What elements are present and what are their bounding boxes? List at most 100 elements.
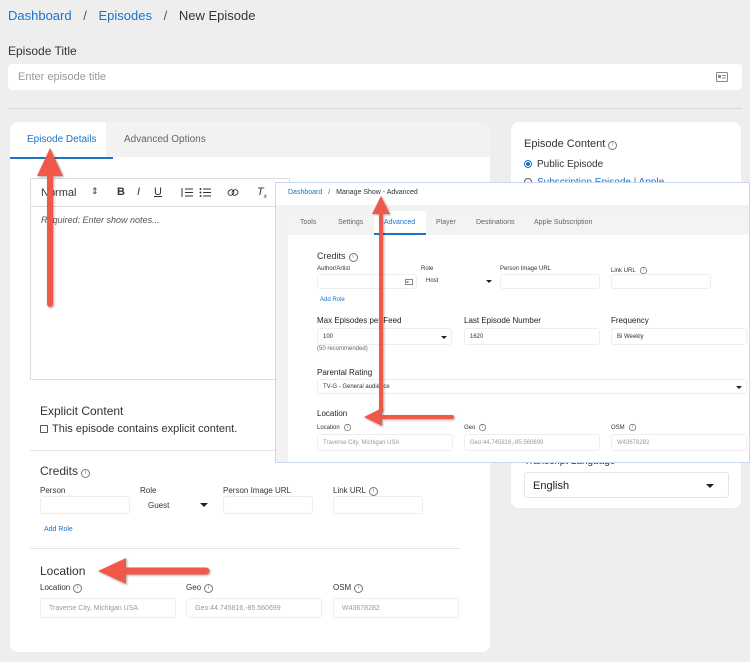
- location-value: Traverse City, Michigan USA: [49, 605, 139, 612]
- overlay-geo-input[interactable]: Geo:44.745816,-85.560699: [464, 434, 600, 451]
- info-icon: i: [348, 253, 358, 262]
- breadcrumb-separator: /: [328, 189, 331, 196]
- info-icon: i: [608, 141, 618, 150]
- credits-title: Credits: [40, 464, 79, 478]
- overlay-tab-apple-subscription[interactable]: Apple Subscription: [534, 219, 592, 226]
- underline-button[interactable]: U: [154, 186, 162, 198]
- bullet-list-icon[interactable]: [199, 187, 211, 198]
- geo-label: Geo i: [186, 583, 214, 593]
- overlay-add-role-button[interactable]: Add Role: [320, 297, 345, 303]
- overlay-tab-advanced[interactable]: Advanced: [384, 219, 415, 226]
- transcript-language-value: English: [533, 480, 570, 492]
- info-icon: i: [479, 423, 487, 432]
- breadcrumb-episodes[interactable]: Episodes: [98, 8, 151, 23]
- info-icon: i: [354, 584, 364, 593]
- max-episodes-hint: (50 recommended): [317, 346, 368, 352]
- overlay-location-label: Location i: [317, 423, 352, 432]
- episode-content-heading: Episode Content i: [524, 138, 618, 150]
- overlay-breadcrumb-dashboard[interactable]: Dashboard: [288, 189, 322, 196]
- parental-rating-select[interactable]: TV-G - General audience: [317, 379, 747, 394]
- overlay-person-image-url-label: Person Image URL: [500, 266, 552, 272]
- role-value: Guest: [148, 501, 170, 510]
- overlay-osm-input[interactable]: W43678282: [611, 434, 747, 451]
- overlay-osm-label: OSM i: [611, 423, 637, 432]
- format-chevron-icon: ⇕: [91, 186, 99, 196]
- overlay-location-value: Traverse City, Michigan USA: [323, 440, 400, 446]
- explicit-checkbox[interactable]: [40, 425, 48, 433]
- osm-input[interactable]: W43678282: [333, 598, 459, 618]
- overlay-author-input[interactable]: [317, 274, 417, 289]
- bold-button[interactable]: B: [117, 186, 125, 198]
- breadcrumb-dashboard[interactable]: Dashboard: [8, 8, 72, 23]
- explicit-content-heading: Explicit Content: [40, 404, 124, 418]
- overlay-tab-destinations[interactable]: Destinations: [476, 219, 515, 226]
- overlay-tab-settings[interactable]: Settings: [338, 219, 363, 226]
- overlay-location-heading: Location: [317, 409, 348, 418]
- last-episode-label: Last Episode Number: [464, 316, 541, 325]
- location-label: Location i: [40, 583, 83, 593]
- episode-content-title: Episode Content: [524, 138, 606, 150]
- overlay-geo-value: Geo:44.745816,-85.560699: [470, 440, 544, 446]
- role-select[interactable]: Guest: [140, 496, 214, 514]
- frequency-input[interactable]: Bi Weekly: [611, 328, 747, 345]
- link-url-label: Link URL i: [333, 486, 378, 496]
- location-input[interactable]: Traverse City, Michigan USA: [40, 598, 176, 618]
- info-icon: i: [73, 584, 83, 593]
- link-icon[interactable]: [227, 187, 239, 198]
- episode-title-input[interactable]: Enter episode title: [8, 64, 742, 90]
- info-icon: i: [343, 423, 351, 432]
- breadcrumb-separator: /: [163, 8, 168, 23]
- credits-heading: Credits i: [40, 464, 91, 478]
- overlay-role-value: Host: [426, 278, 439, 284]
- info-icon: i: [81, 469, 91, 478]
- overlay-author-label: Author/Artist: [317, 266, 351, 272]
- add-role-button[interactable]: Add Role: [44, 526, 73, 533]
- breadcrumb: Dashboard / Episodes / New Episode: [8, 8, 255, 23]
- editor-toolbar: Normal ⇕ B I U Tx: [31, 179, 289, 207]
- overlay-role-select[interactable]: Host: [421, 274, 496, 289]
- show-notes-editor[interactable]: Normal ⇕ B I U Tx Required: Enter show n…: [30, 178, 290, 380]
- max-episodes-value: 100: [323, 334, 334, 340]
- public-episode-radio[interactable]: [524, 160, 532, 168]
- osm-label-text: OSM: [333, 583, 352, 592]
- id-card-icon: [716, 72, 728, 82]
- overlay-tab-player[interactable]: Player: [436, 219, 456, 226]
- overlay-credits-heading: Credits i: [317, 251, 358, 262]
- geo-value: Geo:44.745816,-85.560699: [195, 605, 281, 612]
- episode-title-label: Episode Title: [8, 44, 77, 58]
- dropdown-caret-icon: [736, 386, 742, 389]
- clear-format-icon[interactable]: Tx: [257, 186, 267, 200]
- tab-episode-details[interactable]: Episode Details: [10, 122, 114, 159]
- overlay-osm-label-text: OSM: [611, 425, 625, 431]
- last-episode-value: 1620: [470, 334, 484, 340]
- tab-advanced-options[interactable]: Advanced Options: [106, 122, 490, 157]
- editor-placeholder: Required: Enter show notes...: [41, 215, 160, 225]
- overlay-breadcrumb: Dashboard / Manage Show - Advanced: [288, 189, 418, 196]
- geo-input[interactable]: Geo:44.745816,-85.560699: [186, 598, 322, 618]
- overlay-link-url-input[interactable]: [611, 274, 711, 289]
- overlay-person-image-url-input[interactable]: [500, 274, 600, 289]
- breadcrumb-current: New Episode: [178, 8, 256, 23]
- italic-button[interactable]: I: [137, 186, 140, 198]
- transcript-language-select[interactable]: English: [524, 472, 729, 498]
- overlay-tab-tools[interactable]: Tools: [300, 219, 316, 226]
- last-episode-input[interactable]: 1620: [464, 328, 600, 345]
- info-icon: i: [368, 487, 378, 496]
- geo-label-text: Geo: [186, 583, 202, 592]
- overlay-breadcrumb-current: Manage Show - Advanced: [336, 189, 418, 196]
- info-icon: i: [204, 584, 214, 593]
- overlay-location-label-text: Location: [317, 425, 340, 431]
- overlay-role-label: Role: [421, 266, 434, 272]
- person-image-url-input[interactable]: [223, 496, 313, 514]
- public-episode-label: Public Episode: [537, 159, 604, 170]
- dropdown-caret-icon: [706, 484, 714, 488]
- ordered-list-icon[interactable]: [181, 187, 193, 198]
- format-select[interactable]: Normal: [41, 187, 76, 199]
- max-episodes-select[interactable]: 100: [317, 328, 452, 345]
- person-image-url-label: Person Image URL: [223, 486, 292, 495]
- link-url-input[interactable]: [333, 496, 423, 514]
- max-episodes-label: Max Episodes per Feed: [317, 316, 402, 325]
- person-input[interactable]: [40, 496, 130, 514]
- overlay-location-input[interactable]: Traverse City, Michigan USA: [317, 434, 453, 451]
- breadcrumb-separator: /: [83, 8, 87, 23]
